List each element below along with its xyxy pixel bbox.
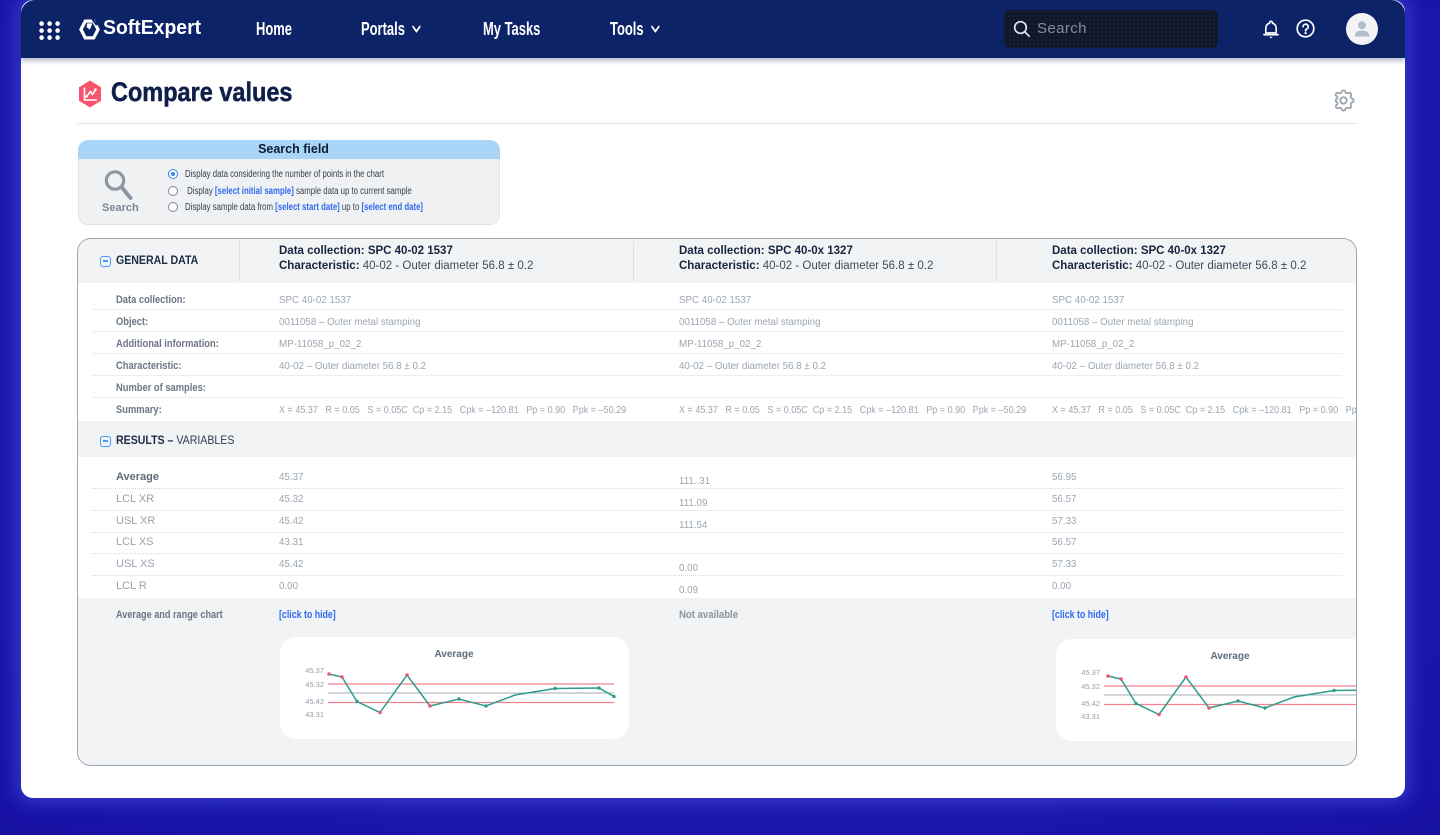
svg-text:45.42: 45.42	[1081, 699, 1100, 708]
svg-text:Average: Average	[434, 649, 474, 660]
svg-text:45.32: 45.32	[305, 680, 324, 689]
svg-text:45.37: 45.37	[305, 666, 324, 675]
svg-text:43.31: 43.31	[305, 710, 324, 719]
svg-text:45.32: 45.32	[1081, 682, 1100, 691]
svg-text:43.31: 43.31	[1081, 712, 1100, 721]
svg-text:45.37: 45.37	[1081, 668, 1100, 677]
svg-text:Average: Average	[1210, 651, 1250, 662]
svg-text:45.42: 45.42	[305, 697, 324, 706]
